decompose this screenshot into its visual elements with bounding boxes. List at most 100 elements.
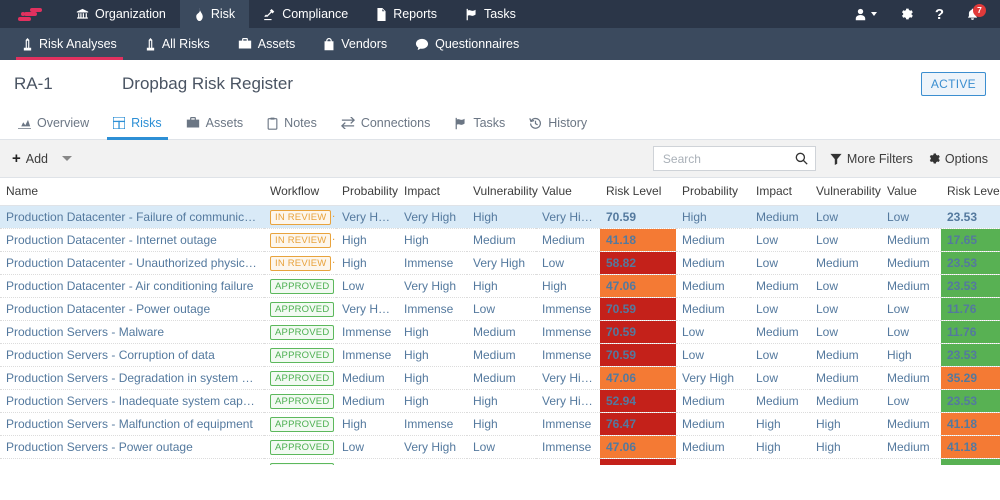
cell-workflow: APPROVED: [264, 344, 336, 367]
cell-name[interactable]: Production Servers - Malware: [0, 321, 264, 344]
cell-name[interactable]: Production Servers - Degradation in syst…: [0, 367, 264, 390]
nav-item-organization[interactable]: Organization: [62, 0, 180, 28]
brand-logo[interactable]: [0, 0, 62, 28]
cell-name[interactable]: Production Datacenter - Failure of commu…: [0, 206, 264, 229]
search-input[interactable]: [661, 151, 795, 167]
tab-connections[interactable]: Connections: [329, 107, 443, 139]
cell-name[interactable]: Production Datacenter - Internet outage: [0, 229, 264, 252]
tab-notes[interactable]: Notes: [255, 107, 329, 139]
cell-name[interactable]: Production Datacenter - Air conditioning…: [0, 275, 264, 298]
column-header-workflow[interactable]: Workflow: [264, 178, 336, 206]
tab-tasks[interactable]: Tasks: [442, 107, 517, 139]
cell-r_probability: Medium: [676, 229, 750, 252]
table-row[interactable]: Production Datacenter - Failure of commu…: [0, 206, 1000, 229]
table-row[interactable]: Production Servers - Malfunction of equi…: [0, 413, 1000, 436]
column-header-name[interactable]: Name: [0, 178, 264, 206]
cell-r_vulnerability: Medium: [810, 390, 881, 413]
cell-workflow: APPROVED: [264, 275, 336, 298]
column-header-impact-inherent[interactable]: Impact: [398, 178, 467, 206]
cell-name[interactable]: Production Servers - Corruption of data: [0, 344, 264, 367]
cell-r_probability: Low: [676, 321, 750, 344]
nav-item-risk[interactable]: Risk: [180, 0, 249, 28]
cell-name[interactable]: Production Servers - Inadequate system c…: [0, 390, 264, 413]
logo-icon: [18, 6, 44, 22]
cell-r_vulnerability: Low: [810, 275, 881, 298]
cell-r_value: Low: [881, 321, 941, 344]
nav-item-compliance[interactable]: Compliance: [249, 0, 362, 28]
search-icon[interactable]: [795, 152, 808, 165]
tab-overview[interactable]: Overview: [6, 107, 101, 139]
table-row[interactable]: Production Servers - Inadequate system c…: [0, 390, 1000, 413]
more-filters-button[interactable]: More Filters: [830, 152, 913, 166]
subnav-item-questionnaires[interactable]: Questionnaires: [401, 28, 533, 60]
tab-assets[interactable]: Assets: [174, 107, 256, 139]
tab-history[interactable]: History: [517, 107, 599, 139]
nav-label: Tasks: [484, 7, 516, 21]
more-filters-label: More Filters: [847, 152, 913, 166]
subnav-label: All Risks: [162, 37, 210, 51]
table-row[interactable]: Production Servers - Power outageAPPROVE…: [0, 436, 1000, 459]
column-header-value-inherent[interactable]: Value: [536, 178, 600, 206]
column-header-vulnerability-residual[interactable]: Vulnerability: [810, 178, 881, 206]
search-box[interactable]: [653, 146, 816, 171]
cell-r_value: Medium: [881, 367, 941, 390]
workflow-status-badge: APPROVED: [270, 325, 334, 341]
subnav-label: Questionnaires: [435, 37, 519, 51]
cell-r_probability: High: [676, 206, 750, 229]
cell-risk-level-residual: 11.76: [941, 298, 1000, 321]
column-header-probability-residual[interactable]: Probability: [676, 178, 750, 206]
add-button[interactable]: + Add: [12, 151, 48, 166]
cell-r_impact: Medium: [750, 321, 810, 344]
cell-name[interactable]: Production Datacenter - Unauthorized phy…: [0, 252, 264, 275]
cell-r_impact: Low: [750, 459, 810, 466]
cell-name[interactable]: Production Datacenter - Power outage: [0, 298, 264, 321]
add-dropdown-chevron-down-icon[interactable]: [62, 156, 72, 161]
subnav-item-risk-analyses[interactable]: Risk Analyses: [8, 28, 131, 60]
nav-item-tasks[interactable]: Tasks: [451, 0, 530, 28]
cell-r_probability: Very High: [676, 367, 750, 390]
cell-workflow: APPROVED: [264, 436, 336, 459]
tab-risks[interactable]: Risks: [101, 107, 174, 139]
column-header-probability-inherent[interactable]: Probability: [336, 178, 398, 206]
subnav-item-vendors[interactable]: Vendors: [309, 28, 401, 60]
settings-button[interactable]: [888, 0, 924, 28]
table-row[interactable]: Production Servers - MalwareAPPROVEDImme…: [0, 321, 1000, 344]
table-row[interactable]: Production Datacenter - Unauthorized phy…: [0, 252, 1000, 275]
nav-label: Compliance: [282, 7, 348, 21]
status-badge[interactable]: ACTIVE: [921, 72, 986, 96]
options-button[interactable]: Options: [927, 152, 988, 166]
cell-name[interactable]: Production Network - Failure of communic…: [0, 459, 264, 466]
cell-value: Immense: [536, 298, 600, 321]
bag-icon: [323, 38, 335, 51]
nav-item-reports[interactable]: Reports: [362, 0, 451, 28]
column-header-risk-level-residual[interactable]: Risk Level: [941, 178, 1000, 206]
cell-r_value: Low: [881, 298, 941, 321]
table-row[interactable]: Production Datacenter - Air conditioning…: [0, 275, 1000, 298]
cell-risk-level-inherent: 70.59: [600, 206, 676, 229]
column-header-value-residual[interactable]: Value: [881, 178, 941, 206]
help-button[interactable]: ?: [924, 0, 955, 28]
risks-table-container[interactable]: Name Workflow Probability Impact Vulnera…: [0, 178, 1000, 465]
cell-impact: High: [398, 390, 467, 413]
cell-probability: High: [336, 229, 398, 252]
subnav-item-assets[interactable]: Assets: [224, 28, 310, 60]
table-row[interactable]: Production Datacenter - Internet outageI…: [0, 229, 1000, 252]
subnav-label: Assets: [258, 37, 296, 51]
table-row[interactable]: Production Servers - Degradation in syst…: [0, 367, 1000, 390]
cell-name[interactable]: Production Servers - Power outage: [0, 436, 264, 459]
workflow-status-badge: APPROVED: [270, 302, 334, 318]
subnav-item-all-risks[interactable]: All Risks: [131, 28, 224, 60]
column-header-risk-level-inherent[interactable]: Risk Level: [600, 178, 676, 206]
table-row[interactable]: Production Datacenter - Power outage APPR…: [0, 298, 1000, 321]
notifications-button[interactable]: 7: [955, 0, 990, 28]
table-body: Production Datacenter - Failure of commu…: [0, 206, 1000, 466]
cell-name[interactable]: Production Servers - Malfunction of equi…: [0, 413, 264, 436]
column-header-impact-residual[interactable]: Impact: [750, 178, 810, 206]
column-header-vulnerability-inherent[interactable]: Vulnerability: [467, 178, 536, 206]
table-row[interactable]: Production Servers - Corruption of dataA…: [0, 344, 1000, 367]
user-menu-button[interactable]: [843, 0, 888, 28]
cell-r_impact: Medium: [750, 390, 810, 413]
cell-impact: Immense: [398, 298, 467, 321]
cell-impact: Immense: [398, 459, 467, 466]
table-row[interactable]: Production Network - Failure of communic…: [0, 459, 1000, 466]
